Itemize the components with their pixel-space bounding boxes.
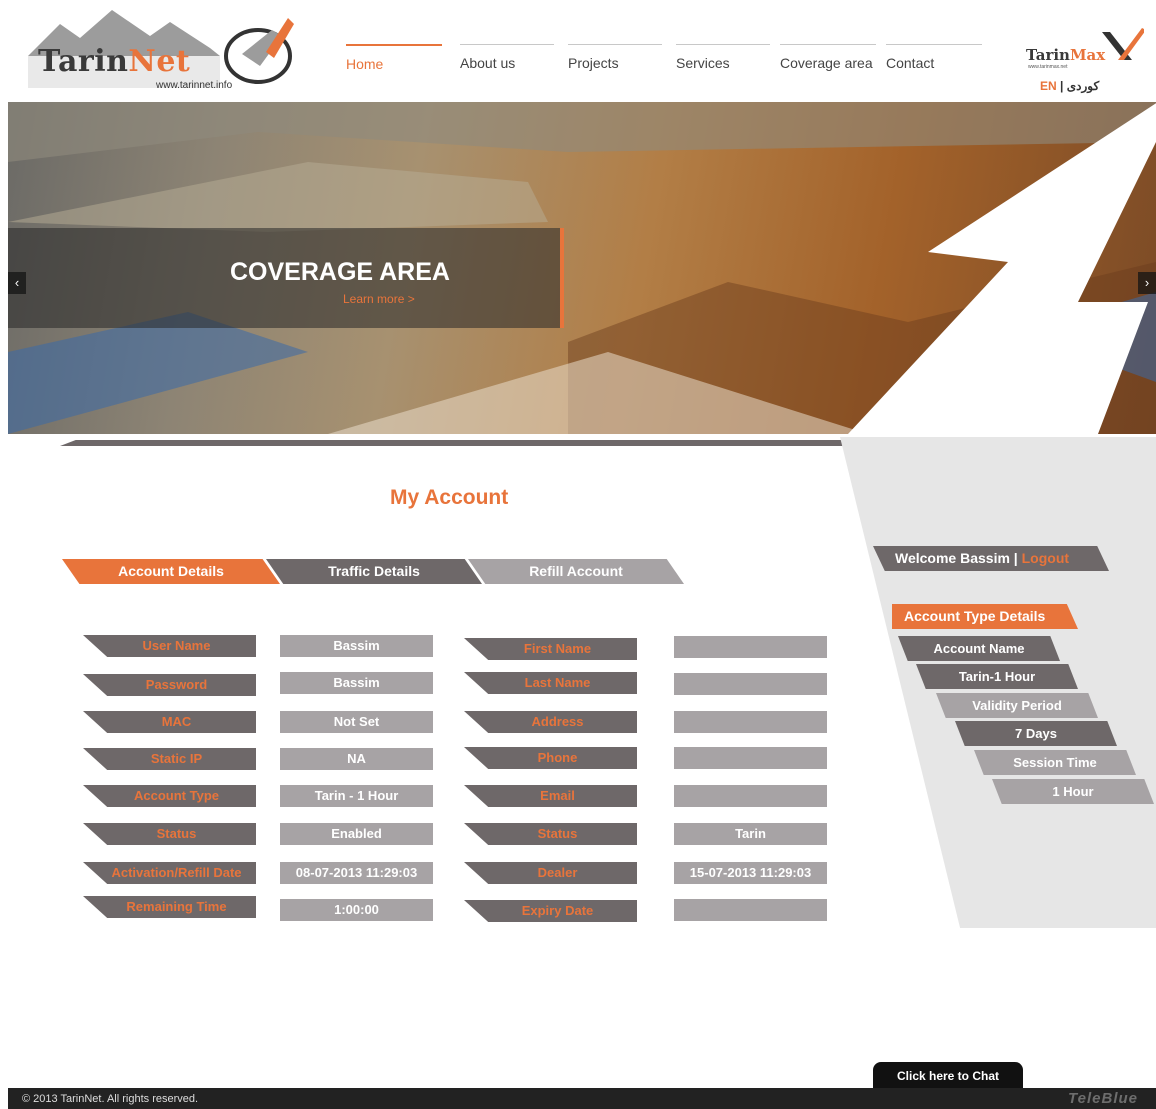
tarinmax-text-part2: Max — [1069, 46, 1106, 64]
lang-kurdish-link[interactable]: کوردی — [1067, 79, 1099, 93]
account-name-value: Tarin-1 Hour — [916, 664, 1078, 689]
hero-slider[interactable]: COVERAGE AREA Learn more > ‹ › — [8, 102, 1156, 434]
nav-projects[interactable]: Projects — [568, 44, 662, 80]
value-activation-refill-date: 08-07-2013 11:29:03 — [280, 862, 433, 884]
value-phone — [674, 747, 827, 769]
label-status-right: Status — [464, 823, 637, 845]
label-password: Password — [83, 674, 256, 696]
slider-next-arrow-icon[interactable]: › — [1138, 272, 1156, 294]
value-expiry-date — [674, 899, 827, 921]
label-mac: MAC — [83, 711, 256, 733]
value-account-type: Tarin - 1 Hour — [280, 785, 433, 807]
label-text: Account Type — [134, 788, 219, 803]
lang-en-link[interactable]: EN — [1040, 79, 1057, 93]
label-text: First Name — [523, 641, 592, 656]
logo-text-part1: Tarin — [38, 44, 129, 79]
label-first-name: First Name — [464, 638, 637, 660]
value-status-right: Tarin — [674, 823, 827, 845]
value-remaining-time: 1:00:00 — [280, 899, 433, 921]
label-phone: Phone — [464, 747, 637, 769]
label-text: Remaining Time — [126, 899, 227, 914]
slider-prev-arrow-icon[interactable]: ‹ — [8, 272, 26, 294]
value-user-name: Bassim — [280, 635, 433, 657]
value-email — [674, 785, 827, 807]
learn-more-link[interactable]: Learn more > — [343, 292, 415, 306]
label-text: User Name — [142, 638, 211, 653]
validity-period-value: 7 Days — [955, 721, 1117, 746]
label-text: Password — [145, 677, 208, 692]
nav-contact[interactable]: Contact — [886, 44, 982, 80]
session-time-label: Session Time — [974, 750, 1136, 775]
value-status: Enabled — [280, 823, 433, 845]
page-title: My Account — [390, 486, 509, 509]
label-status: Status — [83, 823, 256, 845]
language-switch: EN | کوردی — [1040, 79, 1099, 93]
lang-separator: | — [1060, 79, 1064, 93]
value-address — [674, 711, 827, 733]
slide-caption: COVERAGE AREA Learn more > — [8, 228, 564, 328]
account-type-details-title: Account Type Details — [892, 604, 1078, 629]
account-name-label: Account Name — [898, 636, 1060, 661]
tab-traffic-details[interactable]: Traffic Details — [266, 559, 482, 584]
tarinnet-logo[interactable]: TarinNet www.tarinnet.info — [20, 8, 300, 94]
label-text: Activation/Refill Date — [111, 865, 242, 880]
nav-home[interactable]: Home — [346, 44, 442, 80]
copyright-text: © 2013 TarinNet. All rights reserved. — [22, 1093, 199, 1105]
tarinmax-url: www.tarinmax.net — [1028, 64, 1068, 70]
label-address: Address — [464, 711, 637, 733]
tarinmax-logo[interactable]: TarinMax www.tarinmax.net — [1022, 26, 1144, 70]
label-text: MAC — [161, 714, 192, 729]
label-text: Last Name — [524, 675, 591, 690]
label-activation-refill-date: Activation/Refill Date — [83, 862, 256, 884]
value-static-ip: NA — [280, 748, 433, 770]
label-account-type: Account Type — [83, 785, 256, 807]
label-user-name: User Name — [83, 635, 256, 657]
label-text: Static IP — [150, 751, 203, 766]
label-text: Status — [537, 826, 578, 841]
chat-button[interactable]: Click here to Chat — [873, 1062, 1023, 1088]
welcome-text: Welcome Bassim — [895, 550, 1010, 566]
label-text: Email — [540, 788, 575, 803]
label-email: Email — [464, 785, 637, 807]
tab-refill-account[interactable]: Refill Account — [468, 559, 684, 584]
welcome-bar: Welcome Bassim | Logout — [873, 546, 1109, 571]
value-last-name — [674, 673, 827, 695]
tarinmax-text-part1: Tarin — [1026, 46, 1070, 64]
value-first-name — [674, 636, 827, 658]
value-dealer: 15-07-2013 11:29:03 — [674, 862, 827, 884]
content-divider — [60, 440, 846, 446]
value-password: Bassim — [280, 672, 433, 694]
label-dealer: Dealer — [464, 862, 637, 884]
slide-heading: COVERAGE AREA — [230, 258, 450, 286]
label-expiry-date: Expiry Date — [464, 900, 637, 922]
nav-about-us[interactable]: About us — [460, 44, 554, 80]
tab-account-details[interactable]: Account Details — [62, 559, 280, 584]
logo-url: www.tarinnet.info — [156, 80, 233, 91]
label-text: Dealer — [537, 865, 578, 880]
label-static-ip: Static IP — [83, 748, 256, 770]
label-last-name: Last Name — [464, 672, 637, 694]
validity-period-label: Validity Period — [936, 693, 1098, 718]
label-text: Expiry Date — [521, 903, 594, 918]
logo-text-part2: Net — [128, 44, 191, 79]
teleblue-logo[interactable]: TeleBlue — [1068, 1090, 1138, 1107]
nav-services[interactable]: Services — [676, 44, 770, 80]
nav-coverage-area[interactable]: Coverage area — [780, 44, 876, 80]
logout-link[interactable]: Logout — [1022, 550, 1069, 566]
label-text: Status — [156, 826, 197, 841]
welcome-separator: | — [1013, 550, 1018, 566]
value-mac: Not Set — [280, 711, 433, 733]
label-text: Phone — [537, 750, 578, 765]
label-text: Address — [531, 714, 584, 729]
footer-bar: © 2013 TarinNet. All rights reserved. Te… — [8, 1088, 1156, 1109]
label-remaining-time: Remaining Time — [83, 896, 256, 918]
session-time-value: 1 Hour — [992, 779, 1154, 804]
